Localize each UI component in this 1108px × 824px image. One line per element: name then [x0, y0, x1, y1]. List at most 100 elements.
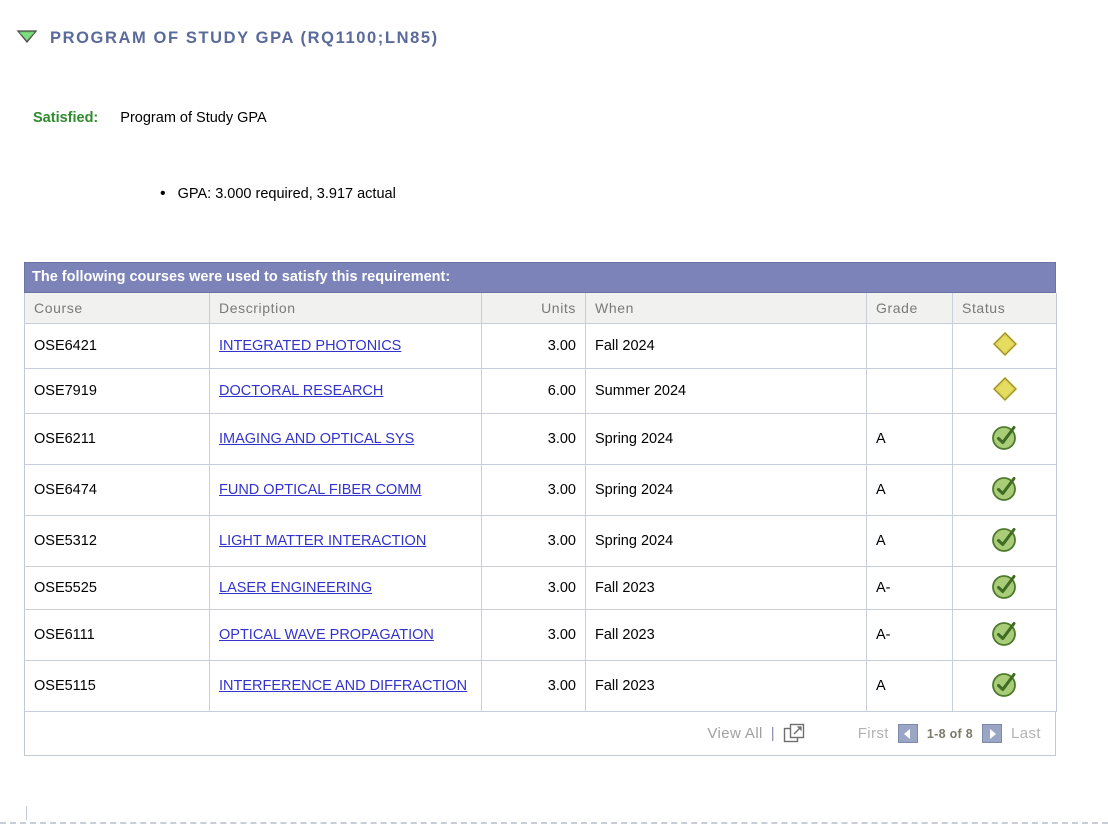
table-row: OSE5115 INTERFERENCE AND DIFFRACTION 3.00 F…	[24, 660, 1057, 712]
cell-status	[952, 515, 1057, 567]
table-row: OSE7919 DOCTORAL RESEARCH 6.00 Summer 2024	[24, 368, 1057, 414]
column-header-grade[interactable]: Grade	[866, 293, 953, 324]
cell-description: OPTICAL WAVE PROPAGATION	[209, 609, 482, 661]
cell-status	[952, 323, 1057, 369]
column-header-description[interactable]: Description	[209, 293, 482, 324]
cell-grade: A-	[866, 566, 953, 610]
table-row: OSE5525 LASER ENGINEERING 3.00 Fall 2023 A-	[24, 566, 1057, 610]
cell-units: 3.00	[481, 660, 586, 712]
triangle-down-icon[interactable]	[16, 28, 38, 48]
arrow-right-icon[interactable]	[982, 724, 1003, 743]
cell-status	[952, 609, 1057, 661]
requirement-detail-item: • GPA: 3.000 required, 3.917 actual	[160, 185, 396, 203]
bullet-icon: •	[160, 185, 166, 202]
requirement-section-page: PROGRAM OF STUDY GPA (RQ1100;LN85) Satis…	[0, 0, 1108, 824]
table-body: OSE6421 INTEGRATED PHOTONICS 3.00 Fall 2024…	[24, 323, 1057, 712]
cell-when: Summer 2024	[585, 368, 867, 414]
cell-when: Fall 2023	[585, 660, 867, 712]
cell-grade: A	[866, 515, 953, 567]
gpa-detail-text: GPA: 3.000 required, 3.917 actual	[177, 186, 396, 202]
arrow-left-icon[interactable]	[897, 724, 918, 743]
cell-course: OSE6421	[24, 323, 210, 369]
table-row: OSE5312 LIGHT MATTER INTERACTION 3.00 Sprin…	[24, 515, 1057, 567]
table-row: OSE6111 OPTICAL WAVE PROPAGATION 3.00 Fall …	[24, 609, 1057, 661]
check-completed-icon	[990, 473, 1020, 507]
cell-description: FUND OPTICAL FIBER COMM	[209, 464, 482, 516]
pager-range-label: 1-8 of 8	[926, 726, 974, 741]
table-caption: The following courses were used to satis…	[24, 262, 1056, 293]
course-description-link[interactable]: IMAGING AND OPTICAL SYS	[219, 431, 414, 447]
course-description-link[interactable]: FUND OPTICAL FIBER COMM	[219, 482, 421, 498]
cell-when: Spring 2024	[585, 413, 867, 465]
check-completed-icon	[990, 669, 1020, 703]
cell-units: 3.00	[481, 323, 586, 369]
pager-nav-group: First 1-8 of 8 Last	[858, 724, 1041, 743]
course-description-link[interactable]: LASER ENGINEERING	[219, 580, 372, 596]
diamond-in-progress-icon	[989, 373, 1021, 409]
table-row: OSE6211 IMAGING AND OPTICAL SYS 3.00 Spring…	[24, 413, 1057, 465]
section-header: PROGRAM OF STUDY GPA (RQ1100;LN85)	[16, 28, 439, 48]
course-description-link[interactable]: DOCTORAL RESEARCH	[219, 383, 383, 399]
cell-course: OSE6474	[24, 464, 210, 516]
course-description-link[interactable]: INTEGRATED PHOTONICS	[219, 338, 401, 354]
diamond-in-progress-icon	[989, 328, 1021, 364]
cell-units: 3.00	[481, 515, 586, 567]
course-description-link[interactable]: OPTICAL WAVE PROPAGATION	[219, 627, 434, 643]
cell-status	[952, 464, 1057, 516]
check-completed-icon	[990, 571, 1020, 605]
cell-status	[952, 413, 1057, 465]
view-all-link[interactable]: View All	[707, 725, 762, 742]
cell-course: OSE6111	[24, 609, 210, 661]
cell-course: OSE6211	[24, 413, 210, 465]
cell-description: LASER ENGINEERING	[209, 566, 482, 610]
check-completed-icon	[990, 618, 1020, 652]
cell-course: OSE5525	[24, 566, 210, 610]
cell-description: INTEGRATED PHOTONICS	[209, 323, 482, 369]
cell-when: Fall 2023	[585, 609, 867, 661]
cell-grade: A	[866, 413, 953, 465]
cell-status	[952, 566, 1057, 610]
cell-when: Spring 2024	[585, 515, 867, 567]
cell-when: Spring 2024	[585, 464, 867, 516]
cell-description: DOCTORAL RESEARCH	[209, 368, 482, 414]
last-page-link[interactable]: Last	[1011, 725, 1041, 742]
column-header-units[interactable]: Units	[481, 293, 586, 324]
cell-units: 3.00	[481, 566, 586, 610]
cell-course: OSE7919	[24, 368, 210, 414]
column-header-status[interactable]: Status	[952, 293, 1057, 324]
table-pager: View All | First 1-8 of 8 Last	[24, 712, 1056, 756]
pager-separator: |	[770, 725, 775, 742]
courses-table-block: The following courses were used to satis…	[24, 262, 1057, 756]
cell-grade: A	[866, 464, 953, 516]
check-completed-icon	[990, 524, 1020, 558]
cell-when: Fall 2024	[585, 323, 867, 369]
status-description: Program of Study GPA	[120, 110, 267, 126]
first-page-link[interactable]: First	[858, 725, 889, 742]
cell-course: OSE5115	[24, 660, 210, 712]
cell-when: Fall 2023	[585, 566, 867, 610]
course-description-link[interactable]: LIGHT MATTER INTERACTION	[219, 533, 426, 549]
page-title: PROGRAM OF STUDY GPA (RQ1100;LN85)	[50, 28, 439, 47]
open-in-new-window-icon[interactable]	[783, 723, 806, 745]
table-row: OSE6421 INTEGRATED PHOTONICS 3.00 Fall 2024	[24, 323, 1057, 369]
courses-table: Course Description Units When Grade Stat…	[24, 293, 1057, 712]
cell-grade: A-	[866, 609, 953, 661]
cell-description: IMAGING AND OPTICAL SYS	[209, 413, 482, 465]
cell-units: 6.00	[481, 368, 586, 414]
view-all-group: View All |	[707, 723, 805, 745]
cell-units: 3.00	[481, 413, 586, 465]
cell-grade	[866, 368, 953, 414]
course-description-link[interactable]: INTERFERENCE AND DIFFRACTION	[219, 678, 467, 694]
cell-units: 3.00	[481, 609, 586, 661]
column-header-course[interactable]: Course	[24, 293, 210, 324]
cell-grade: A	[866, 660, 953, 712]
table-row: OSE6474 FUND OPTICAL FIBER COMM 3.00 Spring…	[24, 464, 1057, 516]
cell-course: OSE5312	[24, 515, 210, 567]
cell-description: LIGHT MATTER INTERACTION	[209, 515, 482, 567]
cell-units: 3.00	[481, 464, 586, 516]
column-header-when[interactable]: When	[585, 293, 867, 324]
table-header-row: Course Description Units When Grade Stat…	[24, 293, 1057, 324]
cell-status	[952, 368, 1057, 414]
cell-description: INTERFERENCE AND DIFFRACTION	[209, 660, 482, 712]
check-completed-icon	[990, 422, 1020, 456]
